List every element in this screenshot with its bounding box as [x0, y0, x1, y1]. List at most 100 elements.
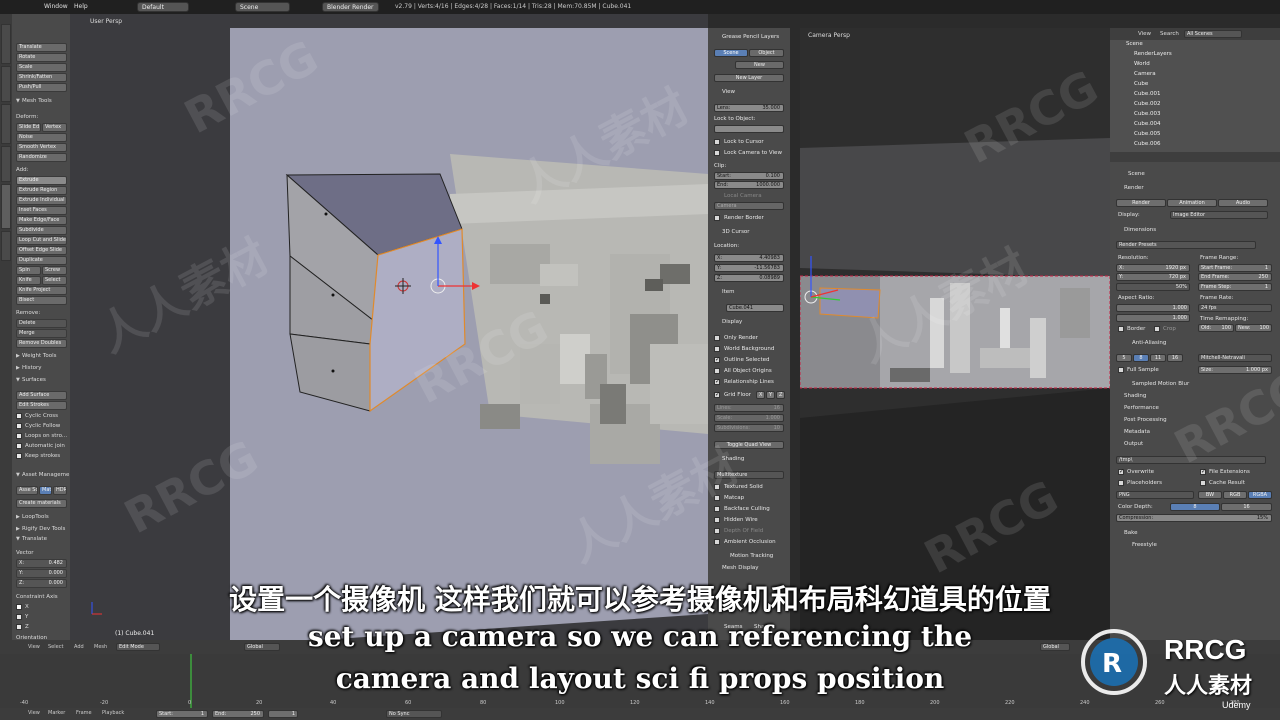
- knife-button[interactable]: Knife: [16, 276, 41, 285]
- tab-shading[interactable]: [1, 104, 11, 144]
- color-bw-button[interactable]: BW: [1198, 491, 1222, 499]
- sync-dropdown[interactable]: No Sync: [386, 710, 442, 718]
- tab-misc[interactable]: [1, 231, 11, 261]
- motion-tracking-header[interactable]: Motion Tracking: [730, 553, 773, 559]
- collapse-triangle-icon[interactable]: ▶: [16, 353, 20, 359]
- only-render-checkbox[interactable]: [714, 335, 720, 341]
- performance-header[interactable]: Performance: [1124, 405, 1159, 411]
- engine-dropdown[interactable]: Blender Render: [322, 2, 379, 12]
- layout-dropdown[interactable]: Default: [137, 2, 189, 12]
- outliner-row-scene[interactable]: Scene: [1110, 41, 1280, 51]
- spin-button[interactable]: Spin: [16, 266, 41, 275]
- tab-tools[interactable]: [1, 24, 11, 64]
- outliner-search-menu[interactable]: Search: [1160, 31, 1179, 37]
- outliner-row-cube003[interactable]: Cube.003: [1110, 111, 1280, 121]
- shading-mode-dropdown[interactable]: Multitexture: [714, 471, 784, 479]
- asset-hdri-tab[interactable]: HDRI: [53, 486, 67, 495]
- outliner-row-cube002[interactable]: Cube.002: [1110, 101, 1280, 111]
- tl-end-field[interactable]: End: 250: [212, 710, 264, 718]
- expand-triangle-icon[interactable]: ▼: [16, 472, 20, 478]
- matcap-checkbox[interactable]: [714, 495, 720, 501]
- aa-samples-5[interactable]: 5: [1116, 354, 1132, 362]
- viewport-camera-persp[interactable]: Camera Persp: [800, 28, 1110, 640]
- item-header[interactable]: Item: [722, 289, 735, 295]
- render-panel-header[interactable]: Render: [1124, 185, 1144, 191]
- grid-lines-field[interactable]: Lines: 16: [714, 404, 784, 412]
- merge-dropdown[interactable]: Merge: [16, 329, 67, 338]
- tl-marker-menu[interactable]: Marker: [48, 710, 65, 716]
- display-dropdown[interactable]: Image Editor: [1170, 211, 1268, 219]
- scene-dropdown[interactable]: Scene: [235, 2, 290, 12]
- slide-vertex-button[interactable]: Vertex: [42, 123, 67, 132]
- compression-slider[interactable]: Compression: 15%: [1116, 514, 1272, 522]
- depth-16-button[interactable]: 16: [1221, 503, 1272, 511]
- time-old-field[interactable]: Old: 100: [1198, 324, 1234, 332]
- cache-result-checkbox[interactable]: [1200, 480, 1206, 486]
- view-header[interactable]: View: [722, 89, 735, 95]
- rigify-header[interactable]: Rigify Dev Tools: [22, 526, 65, 532]
- tab-grease-pencil[interactable]: [1, 184, 11, 229]
- vector-x-field[interactable]: X: 0.482: [16, 559, 67, 568]
- tl-frame-menu[interactable]: Frame: [76, 710, 92, 716]
- loops-checkbox[interactable]: [16, 433, 22, 439]
- new-layer-button[interactable]: New Layer: [714, 74, 784, 82]
- keep-strokes-checkbox[interactable]: [16, 453, 22, 459]
- randomize-button[interactable]: Randomize: [16, 153, 67, 162]
- duplicate-button[interactable]: Duplicate: [16, 256, 67, 265]
- outline-selected-checkbox[interactable]: [714, 356, 720, 363]
- add-surface-button[interactable]: Add Surface: [16, 391, 67, 400]
- loop-cut-button[interactable]: Loop Cut and Slide: [16, 236, 67, 245]
- res-x-field[interactable]: X: 1920 px: [1116, 264, 1190, 272]
- history-header[interactable]: History: [22, 365, 42, 371]
- anti-aliasing-header[interactable]: Anti-Aliasing: [1132, 340, 1166, 346]
- tl-start-field[interactable]: Start: 1: [156, 710, 208, 718]
- clip-start-field[interactable]: Start: 0.100: [714, 172, 784, 180]
- render-button[interactable]: Render: [1116, 199, 1166, 207]
- automatic-join-checkbox[interactable]: [16, 443, 22, 449]
- depth-of-field-checkbox[interactable]: [714, 528, 720, 534]
- offset-edge-slide-button[interactable]: Offset Edge Slide: [16, 246, 67, 255]
- grid-axis-z[interactable]: Z: [776, 391, 785, 399]
- item-name-field[interactable]: Cube.041: [726, 304, 784, 312]
- create-materials-button[interactable]: Create materials: [16, 499, 67, 508]
- outliner-row-cube005[interactable]: Cube.005: [1110, 131, 1280, 141]
- remove-doubles-button[interactable]: Remove Doubles: [16, 339, 67, 348]
- subdivide-button[interactable]: Subdivide: [16, 226, 67, 235]
- slide-edge-button[interactable]: Slide Ed: [16, 123, 41, 132]
- relationship-lines-checkbox[interactable]: [714, 378, 720, 385]
- grid-axis-y[interactable]: Y: [766, 391, 775, 399]
- extrude-region-button[interactable]: Extrude Region: [16, 186, 67, 195]
- asset-materials-tab[interactable]: Mat: [39, 486, 52, 495]
- tl-current-frame[interactable]: 1: [268, 710, 298, 718]
- lock-object-field[interactable]: [714, 125, 784, 133]
- edit-strokes-button[interactable]: Edit Strokes: [16, 401, 67, 410]
- textured-solid-checkbox[interactable]: [714, 484, 720, 490]
- expand-triangle-icon[interactable]: ▼: [16, 377, 20, 383]
- clip-end-field[interactable]: End: 1000.000: [714, 181, 784, 189]
- cursor-y-field[interactable]: Y: -11.56783: [714, 264, 784, 272]
- outliner-row-cube004[interactable]: Cube.004: [1110, 121, 1280, 131]
- extrude-button[interactable]: Extrude: [16, 176, 67, 185]
- shading-header[interactable]: Shading: [1124, 393, 1146, 399]
- menu-help[interactable]: Help: [74, 3, 88, 10]
- 3d-cursor-header[interactable]: 3D Cursor: [722, 229, 750, 235]
- menu-window[interactable]: Window: [44, 3, 68, 10]
- color-rgba-button[interactable]: RGBA: [1248, 491, 1272, 499]
- outliner-row-cube[interactable]: Cube: [1110, 81, 1280, 91]
- tab-create[interactable]: [1, 66, 11, 102]
- screw-button[interactable]: Screw: [42, 266, 67, 275]
- frame-step-field[interactable]: Frame Step: 1: [1198, 283, 1272, 291]
- grease-pencil-layers-header[interactable]: Grease Pencil Layers: [722, 34, 779, 40]
- weight-tools-header[interactable]: Weight Tools: [22, 353, 56, 359]
- expand-triangle-icon[interactable]: ▼: [16, 536, 20, 542]
- viewport-user-persp[interactable]: User Persp (1) Cube.041: [70, 14, 708, 640]
- object-tab[interactable]: Object: [749, 49, 784, 57]
- hidden-wire-checkbox[interactable]: [714, 517, 720, 523]
- tab-options[interactable]: [1, 146, 11, 182]
- grid-subdivisions-field[interactable]: Subdivisions: 10: [714, 424, 784, 432]
- knife-project-button[interactable]: Knife Project: [16, 286, 67, 295]
- start-frame-field[interactable]: Start Frame: 1: [1198, 264, 1272, 272]
- lock-camera-checkbox[interactable]: [714, 150, 720, 156]
- cursor-z-field[interactable]: Z: 0.08989: [714, 274, 784, 282]
- res-y-field[interactable]: Y: 720 px: [1116, 273, 1190, 281]
